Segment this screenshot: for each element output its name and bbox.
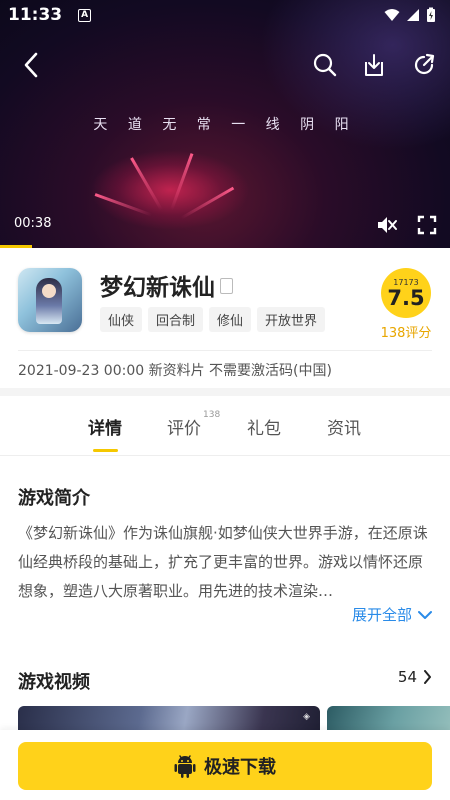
game-tag[interactable]: 回合制: [148, 307, 204, 332]
android-icon: [174, 755, 196, 778]
device-icon: [220, 278, 233, 294]
download-button[interactable]: 极速下载: [18, 742, 432, 790]
share-icon[interactable]: [411, 52, 437, 78]
game-tag[interactable]: 修仙: [209, 307, 252, 332]
tab-gifts[interactable]: 礼包: [247, 414, 281, 439]
rating-count[interactable]: 138评分: [370, 322, 442, 341]
tab-label: 评价: [167, 419, 201, 439]
release-info: 2021-09-23 00:00 新资料片 不需要激活码(中国): [18, 363, 332, 379]
signal-icon: [407, 9, 419, 21]
game-title: 梦幻新诛仙: [100, 275, 215, 301]
video-elapsed-time: 00:38: [14, 216, 52, 231]
video-player[interactable]: 天 道 无 常 一 线 阴 阳 11:33 A 00:38: [0, 0, 450, 248]
mute-icon[interactable]: [376, 214, 398, 236]
tab-active-indicator: [93, 449, 118, 452]
score-value: 7.5: [387, 285, 425, 310]
tab-reviews-count: 138: [203, 410, 221, 420]
videos-count: 54: [397, 668, 417, 686]
game-logo-face: [42, 284, 56, 298]
section-gap: [0, 388, 450, 396]
tab-label: 礼包: [247, 419, 281, 439]
divider: [18, 350, 432, 351]
tab-label: 详情: [88, 419, 122, 439]
intro-text: 《梦幻新诛仙》作为诛仙旗舰·如梦仙侠大世界手游，在还原诛仙经典桥段的基础上，扩充…: [18, 524, 428, 600]
notification-a-icon: A: [78, 8, 92, 22]
battery-icon: [427, 7, 435, 22]
chevron-right-icon: [424, 670, 431, 684]
tab-reviews[interactable]: 评价 138: [167, 410, 220, 439]
status-time: 11:33: [8, 5, 63, 25]
wifi-icon: [384, 9, 400, 21]
tab-details[interactable]: 详情: [88, 414, 122, 439]
tab-bar: 详情 评价 138 礼包 资讯: [0, 396, 450, 456]
chevron-down-icon: [418, 610, 432, 619]
game-tags: 仙侠 回合制 修仙 开放世界: [100, 307, 326, 332]
game-info-card: 梦幻新诛仙 仙侠 回合制 修仙 开放世界 17173 7.5 138评分 202…: [0, 248, 450, 388]
game-tag[interactable]: 开放世界: [257, 307, 326, 332]
bottom-bar: 极速下载: [0, 730, 450, 800]
back-icon[interactable]: [18, 50, 44, 80]
search-icon[interactable]: [312, 52, 338, 78]
tab-label: 资讯: [327, 419, 361, 439]
expand-all-label: 展开全部: [351, 606, 412, 624]
video-caption: 天 道 无 常 一 线 阴 阳: [93, 117, 357, 133]
videos-title: 游戏视频: [18, 672, 90, 693]
score-badge[interactable]: 17173 7.5: [381, 268, 431, 318]
tab-news[interactable]: 资讯: [327, 414, 361, 439]
expand-all-button[interactable]: 展开全部: [352, 604, 432, 625]
download-icon[interactable]: [361, 52, 387, 78]
intro-title: 游戏简介: [18, 488, 90, 509]
game-tag[interactable]: 仙侠: [100, 307, 143, 332]
status-bar: 11:33 A: [0, 0, 450, 30]
video-thumbnail-watermark: ◈: [303, 712, 310, 722]
fullscreen-icon[interactable]: [416, 214, 438, 236]
videos-more-button[interactable]: 54: [398, 668, 432, 686]
game-logo: [18, 268, 82, 332]
download-label: 极速下载: [204, 757, 276, 778]
